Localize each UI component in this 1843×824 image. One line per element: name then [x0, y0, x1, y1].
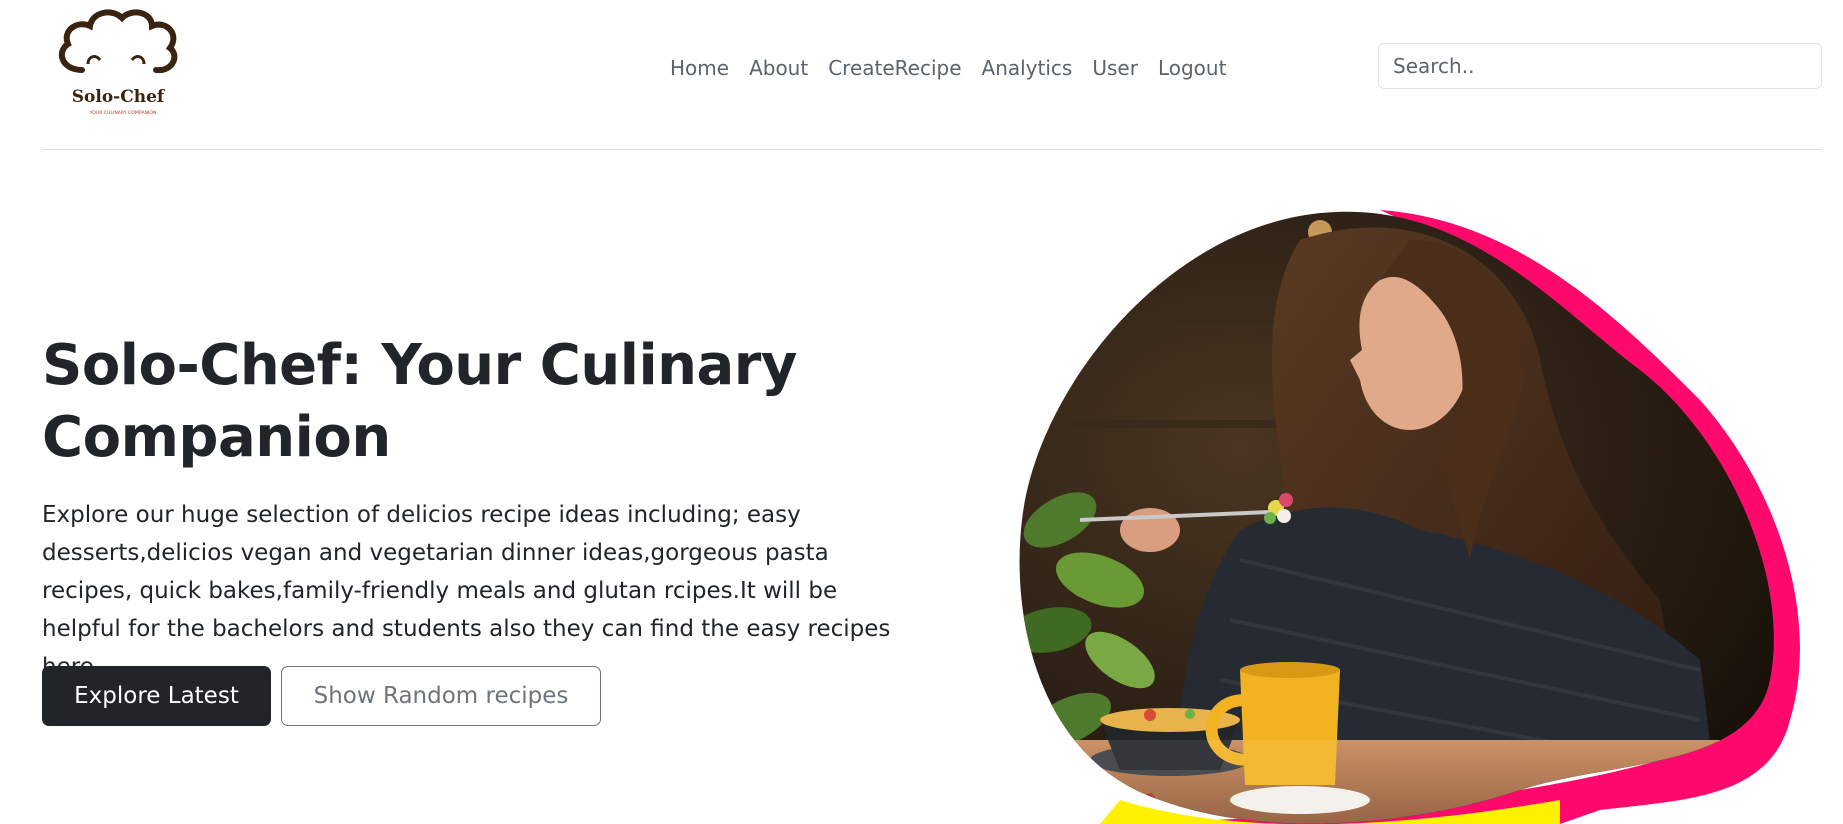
hero-description: Explore our huge selection of delicios r…: [42, 502, 891, 680]
logo-tagline: YOUR CULINARY COMPANION: [89, 110, 157, 116]
header-divider: [42, 149, 1822, 150]
search-input[interactable]: [1378, 43, 1822, 89]
logo-name: Solo-Chef: [72, 87, 166, 107]
hero-image: [1000, 200, 1800, 824]
solo-chef-logo[interactable]: Solo-Chef YOUR CULINARY COMPANION: [52, 6, 184, 118]
page: Solo-Chef YOUR CULINARY COMPANION Home A…: [0, 0, 1843, 824]
chef-hat-icon: Solo-Chef YOUR CULINARY COMPANION: [58, 9, 178, 116]
nav-logout[interactable]: Logout: [1148, 52, 1236, 84]
explore-latest-button[interactable]: Explore Latest: [42, 666, 271, 726]
main-nav: Home About CreateRecipe Analytics User L…: [660, 52, 1236, 84]
show-random-recipes-button[interactable]: Show Random recipes: [281, 666, 601, 726]
nav-analytics[interactable]: Analytics: [972, 52, 1083, 84]
hero-title: Solo-Chef: Your Culinary Companion: [42, 333, 797, 470]
nav-create-recipe[interactable]: CreateRecipe: [818, 52, 971, 84]
nav-about[interactable]: About: [739, 52, 818, 84]
nav-home[interactable]: Home: [660, 52, 739, 84]
nav-user[interactable]: User: [1082, 52, 1148, 84]
